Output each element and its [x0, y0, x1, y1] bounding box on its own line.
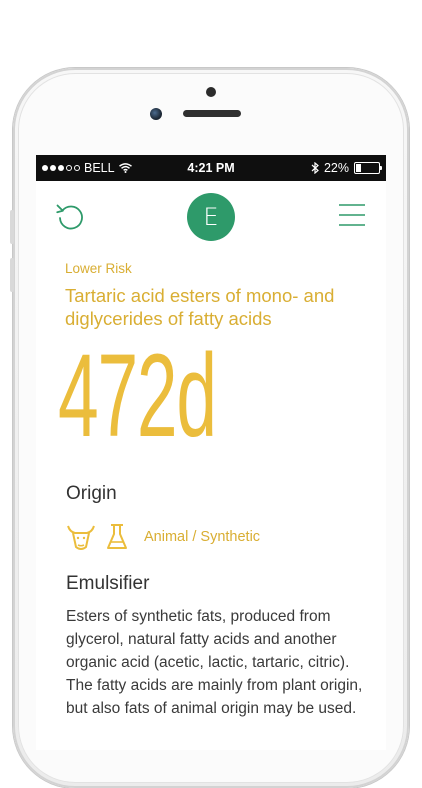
function-heading: Emulsifier [66, 573, 150, 594]
risk-level: Lower Risk [65, 261, 132, 276]
screen: BELL 4:21 PM 22% E Lower Risk Tartaric a… [36, 155, 386, 750]
origin-heading: Origin [66, 483, 117, 504]
battery-percent: 22% [323, 161, 349, 175]
app-logo[interactable]: E [187, 193, 235, 241]
cow-icon [67, 525, 95, 550]
battery-icon [354, 162, 382, 174]
additive-detail-page: E Lower Risk Tartaric acid esters of mon… [36, 181, 386, 750]
volume-down-button [10, 258, 14, 292]
function-description: Esters of synthetic fats, produced from … [66, 608, 363, 717]
sensor-dot [206, 87, 216, 97]
status-right: 22% [311, 161, 382, 175]
volume-up-button [10, 210, 14, 244]
e-number-code: 472d [58, 330, 217, 462]
undo-icon[interactable] [54, 200, 84, 230]
flask-icon [107, 524, 127, 549]
earpiece-speaker [183, 110, 241, 117]
status-bar: BELL 4:21 PM 22% [36, 155, 386, 181]
origin-type: Animal / Synthetic [144, 529, 261, 545]
origin-row: Animal / Synthetic [66, 523, 260, 551]
battery-level [356, 164, 361, 172]
menu-icon[interactable] [338, 202, 366, 228]
bluetooth-icon [311, 162, 319, 174]
front-camera [150, 108, 162, 120]
